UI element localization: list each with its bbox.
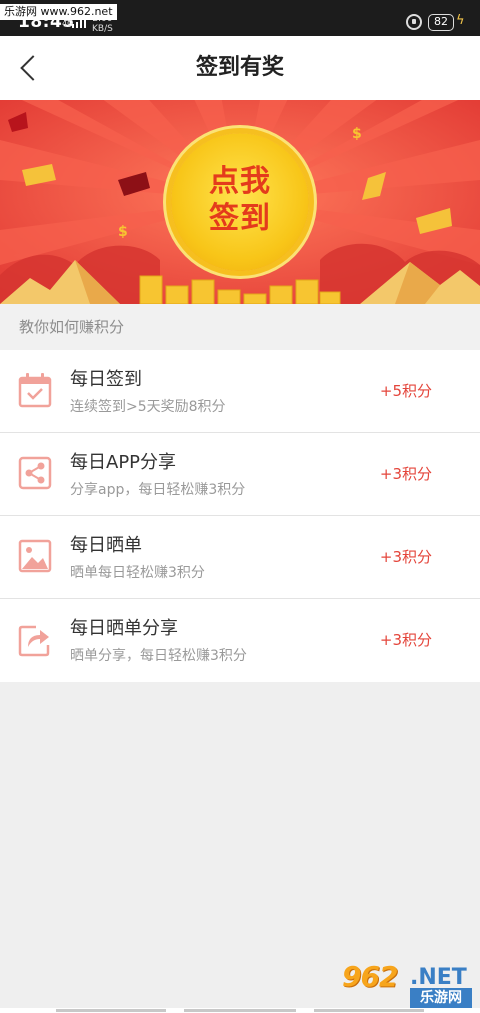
task-description: 晒单每日轻松赚3积分: [70, 565, 205, 581]
task-description: 分享app，每日轻松赚3积分: [70, 482, 246, 498]
task-description: 连续签到>5天奖励8积分: [70, 399, 226, 415]
status-bar: 18:45 HD 4G 2.00 KB/S 82 ϟ 乐游网 www.962.n…: [0, 0, 480, 36]
watermark-number: 962: [342, 960, 398, 993]
task-points: +3积分: [379, 631, 432, 649]
speed-unit: KB/S: [92, 24, 113, 34]
task-points: +5积分: [379, 382, 432, 400]
bottom-edge: [0, 1008, 480, 1013]
task-row-post-share[interactable]: 每日晒单分享 晒单分享，每日轻松赚3积分 +3积分: [0, 599, 480, 682]
rotation-lock-icon: [406, 14, 422, 30]
task-description: 晒单分享，每日轻松赚3积分: [70, 648, 247, 664]
watermark-site-name: 乐游网: [410, 988, 472, 1008]
checkin-reward-page: 18:45 HD 4G 2.00 KB/S 82 ϟ 乐游网 www.962.n…: [0, 0, 480, 1013]
share-icon: [18, 456, 52, 490]
task-title: 每日APP分享: [70, 452, 177, 473]
task-title: 每日晒单分享: [70, 618, 178, 639]
task-row-app-share[interactable]: 每日APP分享 分享app，每日轻松赚3积分 +3积分: [0, 433, 480, 516]
task-row-daily-post[interactable]: 每日晒单 晒单每日轻松赚3积分 +3积分: [0, 516, 480, 599]
back-button[interactable]: [10, 50, 46, 86]
task-row-daily-checkin[interactable]: 每日签到 连续签到>5天奖励8积分 +5积分: [0, 350, 480, 433]
checkin-button[interactable]: 点我 签到: [171, 133, 309, 271]
svg-text:$: $: [118, 224, 128, 240]
calendar-check-icon: [18, 373, 52, 408]
watermark-text: 乐游网 www.962.net: [0, 4, 117, 20]
page-title: 签到有奖: [195, 55, 284, 80]
battery-indicator: 82: [428, 14, 454, 31]
task-title: 每日晒单: [70, 535, 142, 556]
task-list: 每日签到 连续签到>5天奖励8积分 +5积分 每日APP分享 分享app，每日轻…: [0, 350, 480, 682]
task-points: +3积分: [379, 548, 432, 566]
section-title: 教你如何赚积分: [0, 304, 480, 350]
charging-icon: ϟ: [456, 13, 465, 28]
watermark-logo: 962 .NET 乐游网: [340, 962, 474, 1010]
checkin-label-line1: 点我: [209, 164, 271, 199]
svg-text:$: $: [352, 126, 362, 142]
checkin-label-line2: 签到: [209, 201, 271, 236]
task-title: 每日签到: [70, 369, 142, 390]
watermark-suffix: .NET: [410, 965, 467, 990]
task-points: +3积分: [379, 465, 432, 483]
forward-arrow-icon: [18, 625, 50, 657]
image-icon: [18, 539, 52, 573]
header: 签到有奖: [0, 36, 480, 100]
